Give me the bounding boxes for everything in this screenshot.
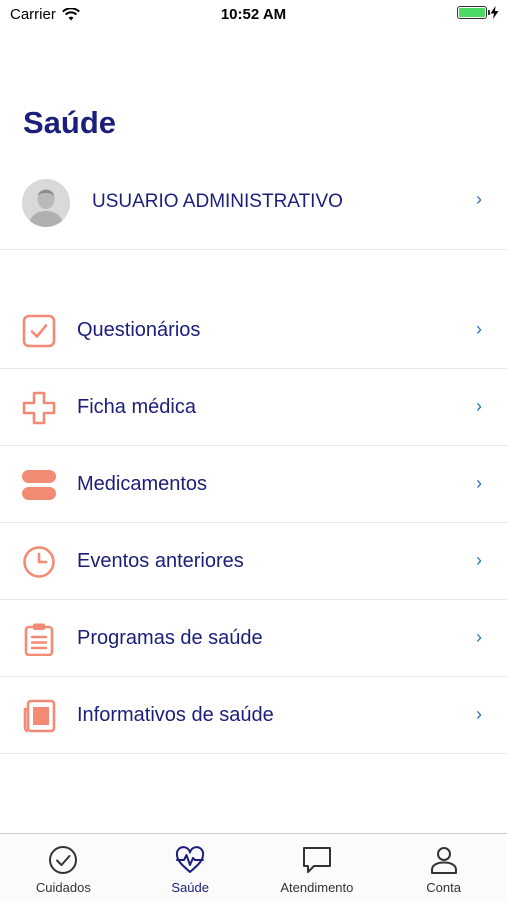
medical-cross-icon [22,391,56,425]
menu-item-informativos-de-saude[interactable]: Informativos de saúde › [0,677,507,754]
status-right [457,6,499,19]
clock-icon [23,546,55,578]
tab-cuidados[interactable]: Cuidados [0,834,127,901]
menu-item-programas-de-saude[interactable]: Programas de saúde › [0,600,507,677]
tab-conta[interactable]: Conta [380,834,507,901]
chevron-right-icon: › [476,704,482,724]
profile-name: USUARIO ADMINISTRATIVO [92,191,343,212]
menu-label: Ficha médica [77,396,196,418]
status-bar: Carrier 10:52 AM [0,0,507,30]
chevron-right-icon: › [476,627,482,647]
menu-label: Medicamentos [77,473,208,495]
tab-label: Cuidados [35,880,91,895]
battery-icon [457,6,490,19]
battery-fill [459,8,485,17]
menu-item-medicamentos[interactable]: Medicamentos › [0,446,507,523]
chevron-right-icon: › [476,550,482,570]
heart-pulse-icon [176,846,205,873]
health-menu: Questionários › Ficha médica › Medicamen… [0,292,507,754]
tab-saude[interactable]: Saúde [127,834,254,901]
chevron-right-icon: › [476,189,482,209]
charging-bolt-icon [490,6,499,19]
chevron-right-icon: › [476,396,482,416]
avatar-person-icon [22,179,70,227]
tab-label: Saúde [171,880,209,895]
tab-label: Conta [426,880,461,895]
checkbox-icon [22,314,56,348]
person-icon [430,847,457,874]
tab-atendimento[interactable]: Atendimento [254,834,381,901]
chat-bubble-icon [302,847,331,873]
menu-label: Eventos anteriores [77,550,244,572]
tab-label: Atendimento [280,880,354,895]
tab-bar: Cuidados Saúde Atendimento Conta [0,833,507,901]
newspaper-icon [23,699,56,733]
menu-item-ficha-medica[interactable]: Ficha médica › [0,369,507,446]
clipboard-icon [24,623,54,656]
page-title: Saúde [23,105,117,140]
menu-item-questionarios[interactable]: Questionários › [0,292,507,369]
menu-label: Questionários [77,319,201,341]
menu-label: Programas de saúde [77,627,263,649]
check-circle-icon [49,846,78,874]
menu-label: Informativos de saúde [77,704,274,726]
menu-item-eventos-anteriores[interactable]: Eventos anteriores › [0,523,507,600]
status-time: 10:52 AM [220,6,287,23]
profile-row[interactable]: USUARIO ADMINISTRATIVO › [0,172,507,250]
chevron-right-icon: › [476,319,482,339]
avatar [22,179,70,227]
pills-icon [22,470,56,500]
chevron-right-icon: › [476,473,482,493]
